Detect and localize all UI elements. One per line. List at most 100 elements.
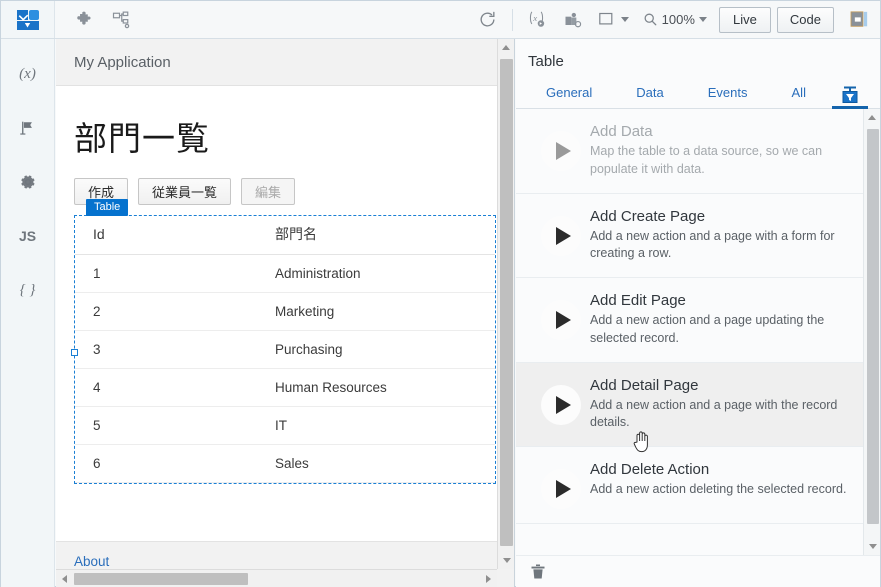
page-title: 部門一覧	[74, 120, 210, 157]
cell-name: Marketing	[275, 292, 495, 331]
item-description: Add a new action and a page updating the…	[590, 313, 825, 345]
cell-name: Human Resources	[275, 368, 495, 407]
visual-builder-window: x 100% Live Code (x) JS {} My Applicati…	[0, 0, 881, 587]
quick-start-item-add-create-page[interactable]: Add Create Page Add a new action and a p…	[516, 194, 880, 278]
item-title: Add Detail Page	[590, 376, 699, 394]
top-toolbar: x 100% Live Code	[1, 1, 880, 39]
canvas-vscroll-thumb[interactable]	[500, 59, 513, 546]
actions-icon[interactable]	[555, 1, 591, 38]
tab-data[interactable]: Data	[614, 85, 685, 108]
rail-item-settings[interactable]	[11, 167, 45, 197]
left-rail: (x) JS { }	[1, 39, 55, 587]
js-icon: JS	[18, 228, 37, 244]
column-header-name[interactable]: 部門名	[275, 216, 495, 255]
item-description: Add a new action and a page with the rec…	[590, 397, 838, 430]
svg-text:x: x	[532, 13, 537, 23]
canvas-hscroll-thumb[interactable]	[74, 573, 248, 585]
toggle-right-panel-icon[interactable]	[844, 7, 874, 33]
item-text: Add Detail Page Add a new action and a p…	[590, 377, 858, 433]
variables-icon[interactable]: x	[519, 1, 555, 38]
about-link[interactable]: About	[74, 554, 514, 569]
app-header-title: My Application	[74, 53, 171, 71]
device-caret-icon[interactable]	[620, 17, 629, 22]
inspector-vertical-scrollbar[interactable]	[863, 109, 880, 555]
scroll-up-arrow-icon[interactable]	[498, 39, 514, 56]
inspector-vscroll-thumb[interactable]	[867, 129, 879, 524]
cell-id: 4	[75, 368, 275, 407]
play-icon[interactable]	[541, 131, 581, 171]
tab-general[interactable]: General	[524, 85, 614, 108]
cell-id: 6	[75, 444, 275, 483]
tab-quick-start[interactable]	[828, 86, 872, 109]
scroll-down-arrow-icon[interactable]	[498, 552, 515, 569]
canvas-vertical-scrollbar[interactable]	[497, 39, 514, 569]
zoom-caret-icon[interactable]	[698, 17, 707, 22]
quick-start-item-add-edit-page[interactable]: Add Edit Page Add a new action and a pag…	[516, 278, 880, 363]
visual-builder-logo[interactable]	[1, 1, 55, 38]
play-icon[interactable]	[541, 469, 581, 509]
play-icon[interactable]	[541, 215, 581, 256]
item-title: Add Delete Action	[590, 461, 710, 478]
item-description: Add a new action and a page with a form …	[590, 228, 835, 261]
play-button-wrap[interactable]	[532, 292, 590, 340]
table-row[interactable]: 6 Sales	[75, 444, 495, 483]
page-flow-icon[interactable]	[103, 1, 139, 38]
table-row[interactable]: 1 Administration	[75, 254, 495, 293]
zoom-control[interactable]: 100%	[637, 12, 713, 27]
rail-item-variables[interactable]: (x)	[11, 59, 45, 89]
flag-icon	[20, 121, 32, 135]
column-header-id[interactable]: Id	[75, 216, 275, 255]
item-text: Add Delete Action Add a new action delet…	[590, 461, 858, 499]
rail-item-javascript[interactable]: JS	[11, 221, 45, 251]
scroll-left-arrow-icon[interactable]	[56, 574, 73, 583]
table-row[interactable]: 4 Human Resources	[75, 368, 495, 407]
scroll-right-arrow-icon[interactable]	[480, 570, 497, 587]
edit-button[interactable]: 編集	[241, 178, 296, 205]
table-row[interactable]: 5 IT	[75, 406, 495, 445]
cell-id: 1	[75, 254, 275, 293]
trash-icon[interactable]	[530, 564, 546, 580]
play-icon[interactable]	[541, 384, 581, 425]
rail-item-flow[interactable]	[11, 113, 45, 143]
code-button[interactable]: Code	[776, 6, 834, 33]
scroll-down-arrow-icon[interactable]	[864, 538, 880, 555]
employee-list-button[interactable]: 従業員一覧	[138, 178, 232, 205]
canvas-horizontal-scrollbar[interactable]	[56, 569, 497, 587]
play-button-wrap[interactable]	[532, 377, 590, 425]
search-icon	[644, 13, 657, 26]
item-text: Add Edit Page Add a new action and a pag…	[590, 292, 858, 348]
rail-item-json[interactable]: { }	[11, 275, 45, 305]
resize-handle[interactable]	[71, 349, 78, 356]
quick-start-list: Add Data Map the table to a data source,…	[516, 109, 880, 555]
inspector-tabs: General Data Events All	[516, 78, 880, 109]
tab-all[interactable]: All	[770, 85, 828, 108]
scroll-up-arrow-icon[interactable]	[864, 109, 880, 126]
item-text: Add Data Map the table to a data source,…	[590, 123, 858, 179]
cell-id: 3	[75, 330, 275, 369]
device-preview-icon[interactable]	[591, 1, 637, 38]
item-description: Add a new action deleting the selected r…	[590, 482, 847, 496]
refresh-icon[interactable]	[470, 1, 506, 38]
puzzle-piece-icon[interactable]	[67, 1, 103, 38]
play-icon[interactable]	[541, 300, 581, 340]
play-button-wrap[interactable]	[532, 123, 590, 171]
design-canvas: My Application 部門一覧 作成 従業員一覧 編集 Table Id…	[56, 39, 515, 587]
selected-table-widget[interactable]: Id 部門名 1 Administration 2 Marketing 3 Pu…	[71, 215, 496, 484]
item-title: Add Create Page	[590, 207, 706, 225]
play-button-wrap[interactable]	[532, 461, 590, 509]
cell-name: Purchasing	[275, 330, 495, 369]
inspector-footer	[516, 555, 880, 587]
gear-icon	[20, 175, 35, 189]
tab-events[interactable]: Events	[686, 85, 770, 108]
table-header-row: Id 部門名	[75, 216, 495, 255]
quick-start-item-add-data[interactable]: Add Data Map the table to a data source,…	[516, 109, 880, 194]
quick-start-item-add-delete-action[interactable]: Add Delete Action Add a new action delet…	[516, 447, 880, 524]
live-button[interactable]: Live	[718, 6, 771, 33]
quick-start-item-add-detail-page[interactable]: Add Detail Page Add a new action and a p…	[516, 362, 880, 447]
play-button-wrap[interactable]	[532, 208, 590, 256]
table-row[interactable]: 3 Purchasing	[75, 330, 495, 369]
canvas-body: 部門一覧 作成 従業員一覧 編集 Table Id 部門名 1 Administ…	[56, 86, 514, 541]
variables-rail-icon: (x)	[19, 65, 36, 82]
cell-name: Administration	[275, 254, 495, 293]
table-row[interactable]: 2 Marketing	[75, 292, 495, 331]
